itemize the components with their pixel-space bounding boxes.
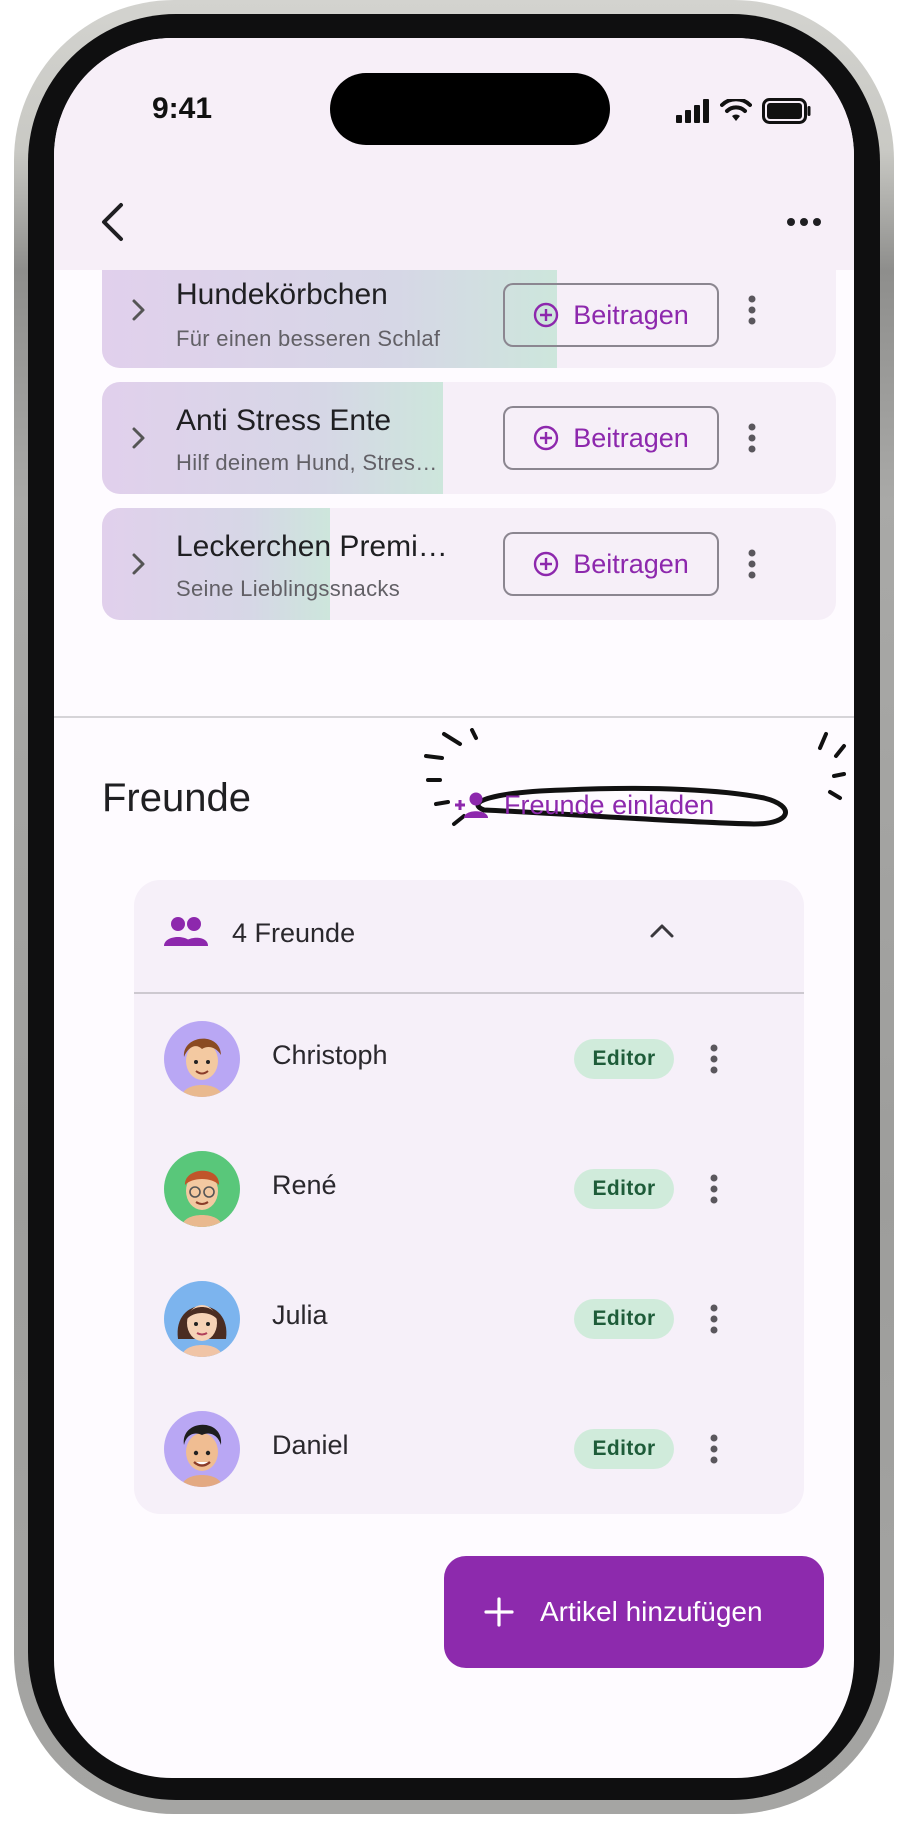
wifi-icon <box>720 99 752 121</box>
avatar-image <box>182 1170 222 1227</box>
section-divider <box>54 716 854 718</box>
more-vertical-icon <box>710 1434 718 1464</box>
friend-row[interactable]: Julia Editor <box>134 1254 804 1384</box>
chevron-right-icon[interactable] <box>124 296 152 324</box>
avatar <box>164 1151 240 1227</box>
avatar <box>164 1021 240 1097</box>
add-item-button[interactable]: Artikel hinzufügen <box>444 1556 824 1668</box>
contribute-button[interactable]: Beitragen <box>503 406 719 470</box>
avatar-image <box>177 1305 227 1357</box>
role-badge: Editor <box>574 1039 674 1079</box>
friend-menu-button[interactable] <box>700 1295 728 1343</box>
status-icons <box>676 98 812 124</box>
contribution-subtitle: Hilf deinem Hund, Stres… <box>176 450 438 475</box>
group-icon <box>164 917 208 946</box>
item-menu-button[interactable] <box>738 414 766 462</box>
role-badge: Editor <box>574 1299 674 1339</box>
more-options-button[interactable] <box>776 192 832 252</box>
friend-menu-button[interactable] <box>700 1165 728 1213</box>
friend-row[interactable]: René Editor <box>134 1124 804 1254</box>
contribution-title: Hundekörbchen <box>176 278 388 311</box>
battery-icon <box>762 98 811 124</box>
person-add-icon <box>455 792 488 818</box>
role-badge: Editor <box>574 1169 674 1209</box>
friend-row[interactable]: Christoph Editor <box>134 994 804 1124</box>
friend-name: Daniel <box>272 1430 349 1460</box>
friend-menu-button[interactable] <box>700 1035 728 1083</box>
progress-fill <box>102 382 444 494</box>
add-circle-icon <box>534 551 559 577</box>
avatar <box>164 1411 240 1487</box>
more-vertical-icon <box>710 1044 718 1074</box>
friend-name: Julia <box>272 1300 328 1330</box>
contribution-card[interactable]: Hundekörbchen Für einen besseren Schlaf … <box>102 270 836 368</box>
friend-name: Christoph <box>272 1040 388 1070</box>
status-time: 9:41 <box>152 92 213 125</box>
app-screen: 9:41 Hundekörbchen Für einen besseren Sc… <box>54 38 854 1778</box>
friends-section-title: Freunde <box>102 776 251 820</box>
dynamic-island <box>330 73 610 145</box>
chevron-up-icon[interactable] <box>648 920 676 940</box>
contribute-label: Beitragen <box>573 548 689 579</box>
more-horizontal-icon <box>787 218 821 226</box>
friend-menu-button[interactable] <box>700 1425 728 1473</box>
chevron-right-icon[interactable] <box>124 424 152 452</box>
item-menu-button[interactable] <box>738 540 766 588</box>
more-vertical-icon <box>748 295 756 325</box>
contribute-label: Beitragen <box>573 299 689 330</box>
back-button[interactable] <box>92 190 132 254</box>
plus-icon <box>484 1597 514 1627</box>
more-vertical-icon <box>748 423 756 453</box>
add-circle-icon <box>534 302 559 328</box>
more-vertical-icon <box>748 549 756 579</box>
friends-count: 4 Freunde <box>232 918 356 948</box>
contribution-card[interactable]: Leckerchen Premi… Seine Lieblingssnacks … <box>102 508 836 620</box>
avatar <box>164 1281 240 1357</box>
more-vertical-icon <box>710 1174 718 1204</box>
item-menu-button[interactable] <box>738 286 766 334</box>
chevron-left-icon <box>102 203 123 241</box>
friend-row[interactable]: Daniel Editor <box>134 1384 804 1514</box>
contribution-subtitle: Für einen besseren Schlaf <box>176 326 441 351</box>
invite-friends-label: Freunde einladen <box>504 789 715 820</box>
avatar-image <box>182 1038 222 1097</box>
contribution-card[interactable]: Anti Stress Ente Hilf deinem Hund, Stres… <box>102 382 836 494</box>
avatar-image <box>182 1424 222 1487</box>
signal-icon <box>676 99 709 123</box>
role-badge: Editor <box>574 1429 674 1469</box>
add-item-label: Artikel hinzufügen <box>540 1596 763 1627</box>
contribution-title: Anti Stress Ente <box>176 404 392 437</box>
contribution-title: Leckerchen Premi… <box>176 530 448 563</box>
friend-name: René <box>272 1170 337 1200</box>
contribute-button[interactable]: Beitragen <box>503 532 719 596</box>
friends-list-header[interactable]: 4 Freunde <box>134 880 804 992</box>
more-vertical-icon <box>710 1304 718 1334</box>
friends-list-card: 4 Freunde Christoph Editor René Editor J… <box>134 880 804 1514</box>
chevron-right-icon[interactable] <box>124 550 152 578</box>
invite-friends-button[interactable]: Freunde einladen <box>454 780 714 830</box>
contribute-label: Beitragen <box>573 422 689 453</box>
contribution-subtitle: Seine Lieblingssnacks <box>176 576 400 601</box>
add-circle-icon <box>534 425 559 451</box>
contribute-button[interactable]: Beitragen <box>503 283 719 347</box>
